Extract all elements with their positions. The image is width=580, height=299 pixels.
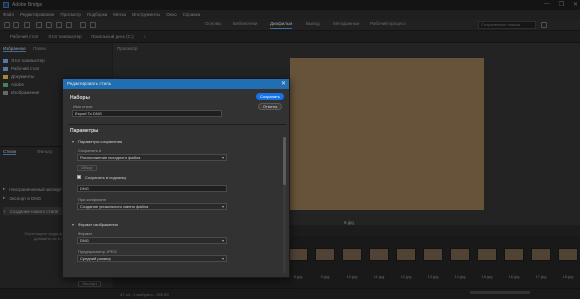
chevron-down-icon[interactable]: ▾ xyxy=(72,222,74,227)
format-select[interactable]: DNG xyxy=(77,237,227,244)
on-conflict-select[interactable]: Создание уникального имени файла xyxy=(77,203,227,210)
preview-jpeg-label: Предпросмотр JPEG xyxy=(78,249,117,254)
scrollbar-thumb[interactable] xyxy=(283,137,286,185)
style-name-input[interactable]: Export To DNG xyxy=(72,110,222,117)
save-params-heading: Параметры сохранения xyxy=(78,139,123,144)
save-button[interactable]: Сохранить xyxy=(256,93,284,100)
format-heading: Формат изображения xyxy=(78,222,118,227)
on-conflict-label: При конфликте xyxy=(78,197,107,202)
dialog-title: Редактировать стиль xyxy=(67,81,112,86)
parameters-heading: Параметры xyxy=(70,128,99,134)
subfolder-checkbox[interactable] xyxy=(77,175,81,179)
close-icon[interactable]: ✕ xyxy=(281,80,286,87)
style-name-label: Имя стиля xyxy=(73,104,93,109)
presets-heading: Наборы xyxy=(70,95,90,101)
format-label: Формат xyxy=(78,231,93,236)
chevron-down-icon[interactable]: ▾ xyxy=(72,139,74,144)
cancel-button[interactable]: Отмена xyxy=(258,103,282,110)
section-divider xyxy=(68,124,286,125)
dialog-title-bar: Редактировать стиль xyxy=(63,79,289,89)
subfolder-input[interactable]: DNG xyxy=(77,185,227,192)
subfolder-label: Сохранить в подпапку xyxy=(85,175,127,180)
preview-jpeg-select[interactable]: Средний размер xyxy=(77,255,227,262)
edit-style-dialog: Редактировать стиль ✕ Наборы Имя стиля E… xyxy=(62,78,290,278)
browse-button[interactable]: Обзор xyxy=(77,165,97,171)
save-to-select[interactable]: Расположение исходного файла xyxy=(77,154,227,161)
save-to-label: Сохранить в xyxy=(78,148,102,153)
